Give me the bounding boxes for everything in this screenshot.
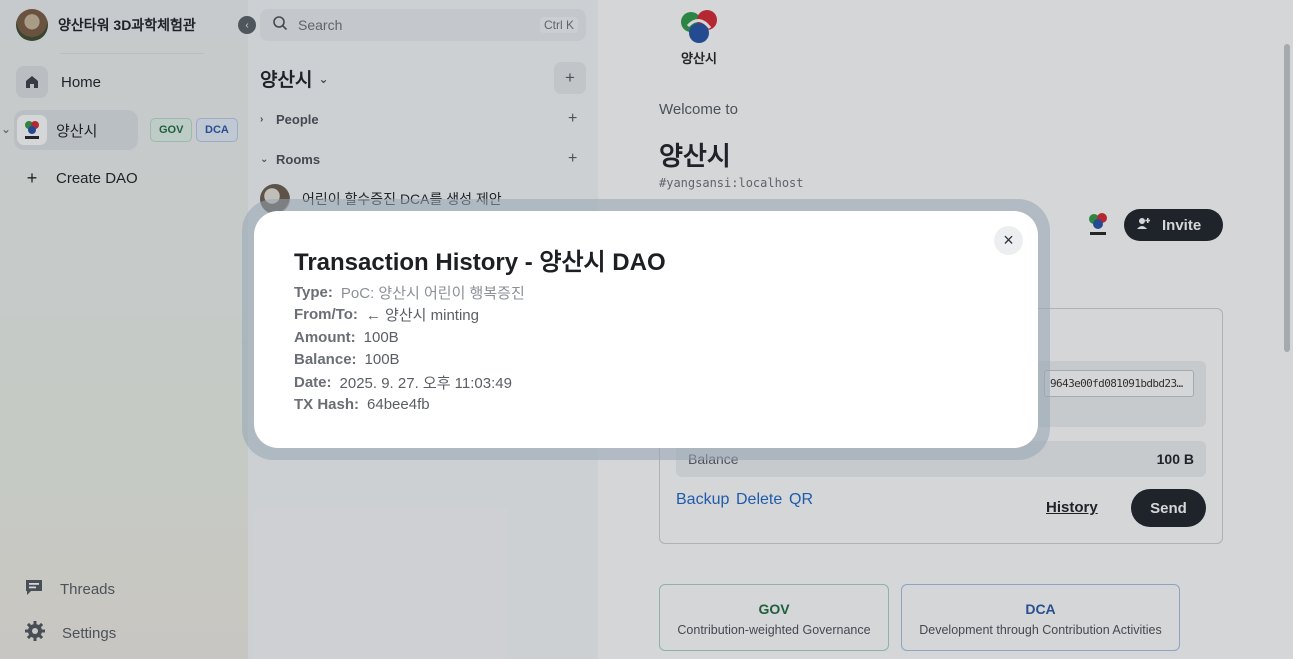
transaction-history-dialog: × Transaction History - 양산시 DAO Type: Po…: [254, 211, 1038, 448]
tx-value: 2025. 9. 27. 오후 11:03:49: [339, 374, 512, 392]
transaction-details: Type: PoC: 양산시 어린이 행복증진 From/To: ← 양산시 m…: [294, 281, 525, 416]
tx-type-row: Type: PoC: 양산시 어린이 행복증진: [294, 281, 525, 304]
tx-value: 100B: [364, 351, 400, 369]
tx-value: 100B: [363, 328, 399, 346]
close-icon: ×: [1003, 230, 1014, 250]
tx-key: Balance:: [294, 351, 357, 369]
tx-key: Date:: [294, 373, 332, 391]
tx-from-to-row: From/To: ← 양산시 minting: [294, 304, 525, 327]
tx-key: Amount:: [294, 328, 356, 346]
tx-value: PoC: 양산시 어린이 행복증진: [340, 284, 525, 302]
tx-key: TX Hash:: [294, 396, 360, 414]
tx-key: Type:: [294, 283, 333, 301]
tx-value: ← 양산시 minting: [365, 307, 479, 325]
tx-amount-row: Amount: 100B: [294, 326, 525, 349]
close-button[interactable]: ×: [994, 226, 1023, 255]
dialog-title: Transaction History - 양산시 DAO: [294, 249, 666, 276]
tx-key: From/To:: [294, 306, 358, 324]
tx-hash-row: TX Hash: 64bee4fb: [294, 394, 525, 417]
tx-balance-row: Balance: 100B: [294, 349, 525, 372]
tx-value: 64bee4fb: [367, 396, 430, 414]
tx-date-row: Date: 2025. 9. 27. 오후 11:03:49: [294, 371, 525, 394]
